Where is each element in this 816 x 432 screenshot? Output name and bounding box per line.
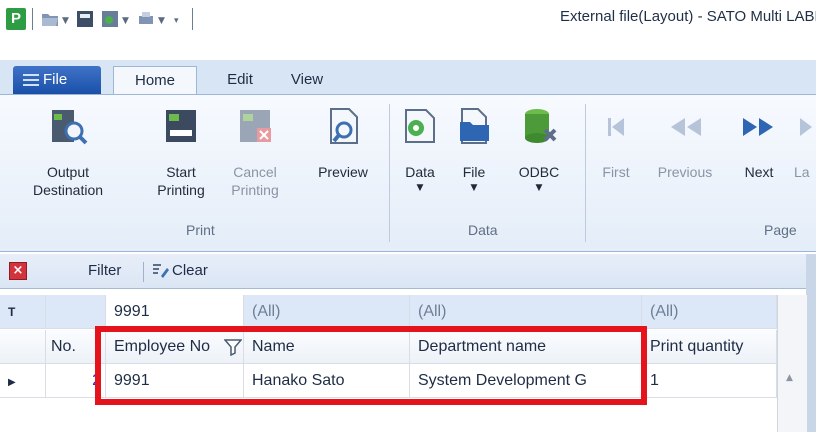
row-selector[interactable]: ▶ xyxy=(0,364,46,398)
filter-label: Filter xyxy=(88,262,122,279)
cancel-printing-button[interactable]: Cancel Printing xyxy=(220,106,290,206)
side-panel xyxy=(806,254,816,432)
last-page-icon xyxy=(800,118,812,136)
cancel-printing-label-2: Printing xyxy=(231,182,279,198)
previous-page-icon xyxy=(671,118,701,136)
clear-filter-icon xyxy=(153,264,169,278)
row-indicator-header xyxy=(0,330,46,364)
filter-cell-no[interactable] xyxy=(46,295,106,329)
chevron-down-icon: ▼ xyxy=(470,183,478,193)
window-title: External file(Layout) - SATO Multi LABEL xyxy=(560,8,816,25)
group-separator xyxy=(389,104,390,242)
chevron-down-icon[interactable]: ▼ xyxy=(62,16,69,26)
data-group-label: Data xyxy=(468,222,498,238)
first-label: First xyxy=(602,164,630,180)
filterbar-separator xyxy=(143,262,144,282)
preview-label: Preview xyxy=(318,164,368,180)
group-separator xyxy=(585,104,586,242)
odbc-button[interactable]: ODBC ▼ xyxy=(512,106,566,206)
current-row-icon: ▶ xyxy=(8,377,16,388)
last-label: La xyxy=(794,164,810,180)
previous-label: Previous xyxy=(657,164,713,180)
start-printing-icon xyxy=(166,110,196,142)
column-header-print-quantity[interactable]: Print quantity xyxy=(642,330,777,364)
cell-print-quantity[interactable]: 1 xyxy=(642,364,777,398)
layout-icon[interactable] xyxy=(75,9,95,29)
next-label: Next xyxy=(744,164,774,180)
clear-label: Clear xyxy=(172,262,208,279)
filter-row-indicator: T xyxy=(0,295,46,329)
tab-view[interactable]: View xyxy=(282,66,332,94)
tab-edit[interactable]: Edit xyxy=(215,66,265,94)
printer-icon[interactable] xyxy=(136,9,156,29)
preview-button[interactable]: Preview xyxy=(308,106,378,206)
data-icon xyxy=(405,109,435,143)
output-destination-button[interactable]: Output Destination xyxy=(18,106,118,206)
previous-button[interactable]: Previous xyxy=(650,106,720,206)
filter-cell-employee-no[interactable]: 9991 xyxy=(106,295,244,329)
first-button[interactable]: First xyxy=(596,106,636,206)
odbc-label: ODBC xyxy=(518,164,560,180)
page-group-label: Page xyxy=(764,222,797,238)
first-page-icon xyxy=(608,118,624,136)
database-tools-icon xyxy=(525,109,557,143)
tab-file-label: File xyxy=(43,71,68,88)
close-icon[interactable]: × xyxy=(9,262,27,280)
chevron-down-icon: ▼ xyxy=(535,183,543,193)
output-destination-label-1: Output xyxy=(46,164,90,180)
next-page-icon xyxy=(743,118,773,136)
output-destination-label-2: Destination xyxy=(32,182,104,198)
cancel-printing-label-1: Cancel xyxy=(233,164,277,180)
scroll-up-icon[interactable]: ▲ xyxy=(786,373,793,383)
title-bar: P ▼ ▼ ▼ ▾ External file(Layout) - SATO M… xyxy=(0,0,816,60)
file-menu-icon xyxy=(23,74,39,86)
vertical-scrollbar[interactable] xyxy=(777,295,807,432)
open-folder-icon[interactable] xyxy=(40,9,60,29)
output-destination-icon xyxy=(52,110,88,145)
chevron-down-icon[interactable]: ▼ xyxy=(122,16,129,26)
start-printing-button[interactable]: Start Printing xyxy=(146,106,216,206)
print-group-label: Print xyxy=(186,222,215,238)
highlight-box xyxy=(95,326,647,405)
filter-bar xyxy=(0,254,816,289)
start-printing-label-1: Start xyxy=(166,164,196,180)
file-icon xyxy=(460,108,489,144)
preview-icon xyxy=(330,108,358,144)
chevron-down-icon[interactable]: ▼ xyxy=(158,16,165,26)
filter-cell-print-quantity[interactable]: (All) xyxy=(642,295,777,329)
clear-filter-button[interactable]: Clear xyxy=(152,262,208,279)
file-button[interactable]: File ▼ xyxy=(452,106,496,206)
filter-cell-department[interactable]: (All) xyxy=(410,295,642,329)
next-button[interactable]: Next xyxy=(734,106,784,206)
chevron-down-icon: ▼ xyxy=(416,183,424,193)
customize-qat-icon[interactable]: ▾ xyxy=(174,16,179,26)
tab-home[interactable]: Home xyxy=(113,66,197,95)
file-label: File xyxy=(462,164,486,180)
qat-separator xyxy=(192,8,193,30)
tab-file[interactable]: File xyxy=(13,66,101,94)
app-icon: P xyxy=(6,8,26,30)
data-source-icon[interactable] xyxy=(100,9,120,29)
qat-separator xyxy=(32,8,33,30)
filter-cell-name[interactable]: (All) xyxy=(244,295,410,329)
last-button[interactable]: La xyxy=(792,106,816,206)
data-button[interactable]: Data ▼ xyxy=(398,106,442,206)
cancel-printing-icon xyxy=(240,110,271,142)
start-printing-label-2: Printing xyxy=(157,182,205,198)
data-label: Data xyxy=(405,164,435,180)
